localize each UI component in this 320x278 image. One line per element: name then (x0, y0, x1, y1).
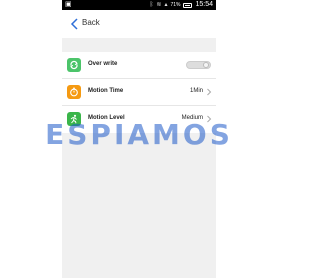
setting-value: 1Min (189, 88, 203, 94)
setting-label: Over write (88, 61, 118, 67)
status-icons: ᛒ ≋ ▴ 71% 15:54 (150, 0, 213, 10)
setting-value: Medium (181, 115, 203, 121)
settings-list: Over write Motion Time 1Min Motion Level… (62, 52, 216, 133)
timer-icon (67, 85, 81, 99)
toggle-knob (203, 62, 209, 68)
bluetooth-icon: ᛒ (149, 2, 154, 8)
status-time: 15:54 (195, 1, 213, 8)
setting-label: Motion Time (88, 88, 124, 94)
running-icon (67, 112, 81, 126)
top-navigation-bar: Back (62, 10, 216, 38)
chevron-right-icon (207, 115, 212, 123)
setting-label: Motion Level (88, 115, 125, 121)
gallery-icon: ▣ (65, 1, 72, 8)
setting-row-motion-level[interactable]: Motion Level Medium (62, 106, 216, 133)
signal-icon: ▴ (164, 2, 168, 8)
chevron-right-icon (207, 88, 212, 96)
status-bar: ▣ ᛒ ≋ ▴ 71% 15:54 (62, 0, 216, 10)
setting-row-over-write[interactable]: Over write (62, 52, 216, 79)
chevron-left-icon[interactable] (68, 17, 82, 31)
refresh-icon (67, 58, 81, 72)
settings-content: Over write Motion Time 1Min Motion Level… (62, 38, 216, 278)
phone-screen: ▣ ᛒ ≋ ▴ 71% 15:54 Back Over write Motion… (62, 0, 216, 278)
battery-icon (183, 2, 193, 8)
back-button[interactable]: Back (82, 18, 100, 27)
setting-row-motion-time[interactable]: Motion Time 1Min (62, 79, 216, 106)
battery-percent: 71% (170, 2, 181, 8)
wifi-icon: ≋ (156, 2, 162, 8)
over-write-toggle[interactable] (186, 61, 211, 69)
